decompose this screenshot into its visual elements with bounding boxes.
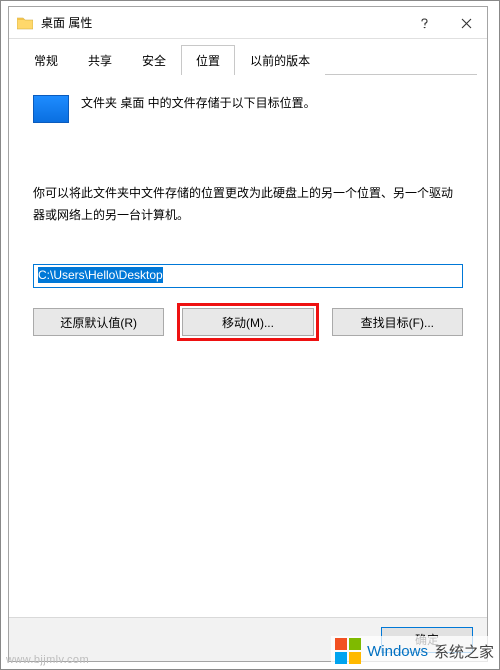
- watermark: Windows 系统之家: [331, 636, 498, 666]
- desktop-icon: [33, 95, 69, 123]
- tab-security[interactable]: 安全: [127, 45, 181, 75]
- path-input[interactable]: C:\Users\Hello\Desktop: [33, 264, 463, 288]
- help-button[interactable]: [403, 7, 445, 39]
- tab-previous-versions[interactable]: 以前的版本: [235, 45, 325, 75]
- close-button[interactable]: [445, 7, 487, 39]
- watermark-suffix: 系统之家: [434, 641, 494, 662]
- titlebar: 桌面 属性: [9, 7, 487, 39]
- properties-dialog: 桌面 属性 常规 共享 安全 位置 以前的版本 文件夹 桌面 中的文件存储于以下…: [8, 6, 488, 662]
- watermark-url: www.bjjmlv.com: [6, 654, 89, 666]
- tab-content-location: 文件夹 桌面 中的文件存储于以下目标位置。 你可以将此文件夹中文件存储的位置更改…: [9, 75, 487, 617]
- move-button[interactable]: 移动(M)...: [182, 308, 313, 336]
- path-value: C:\Users\Hello\Desktop: [38, 267, 163, 283]
- tabstrip: 常规 共享 安全 位置 以前的版本: [9, 39, 487, 75]
- window-title: 桌面 属性: [41, 14, 92, 31]
- tab-sharing[interactable]: 共享: [73, 45, 127, 75]
- restore-default-button[interactable]: 还原默认值(R): [33, 308, 164, 336]
- tab-general[interactable]: 常规: [19, 45, 73, 75]
- find-target-button[interactable]: 查找目标(F)...: [332, 308, 463, 336]
- watermark-brand: Windows: [367, 643, 428, 660]
- windows-logo-icon: [335, 638, 361, 664]
- location-heading: 文件夹 桌面 中的文件存储于以下目标位置。: [81, 93, 316, 113]
- location-description: 你可以将此文件夹中文件存储的位置更改为此硬盘上的另一个位置、另一个驱动器或网络上…: [33, 183, 463, 226]
- tab-location[interactable]: 位置: [181, 45, 235, 75]
- folder-icon: [17, 16, 33, 30]
